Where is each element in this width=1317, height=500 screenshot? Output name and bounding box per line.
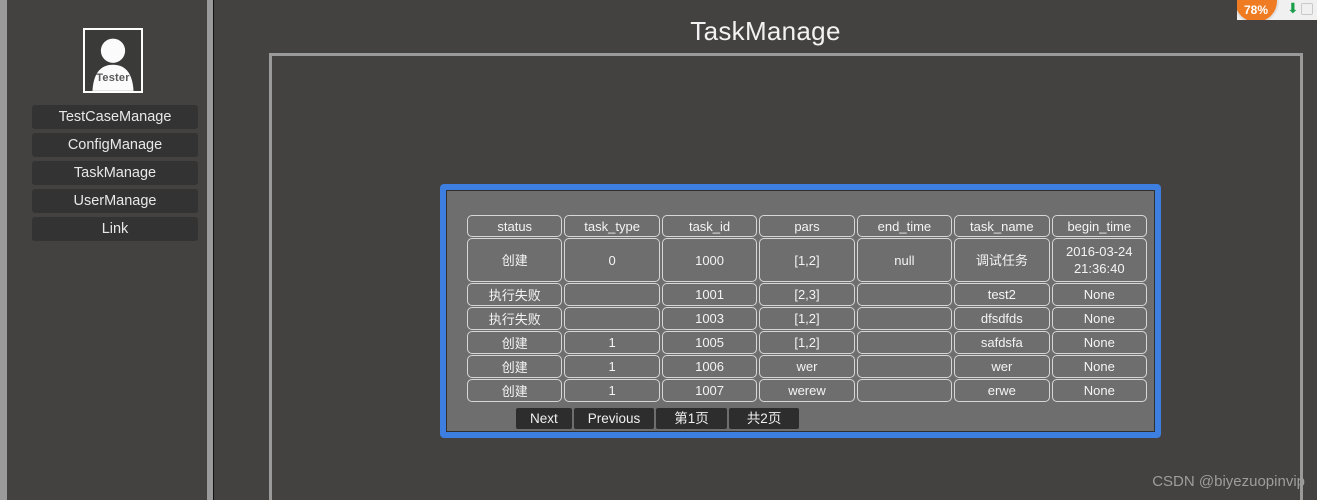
sidebar-item-configmanage[interactable]: ConfigManage xyxy=(32,133,198,157)
cell-end-time xyxy=(856,379,953,402)
browser-chrome-strip: 78% ⬇ xyxy=(1237,0,1317,20)
cell-task-name: test2 xyxy=(954,283,1050,306)
content-box: status task_type task_id pars end_time t… xyxy=(269,53,1303,500)
cell-begin-time: None xyxy=(1051,283,1147,306)
cell-task-id: 1000 xyxy=(661,238,758,282)
sidebar: Tester TestCaseManage ConfigManage TaskM… xyxy=(7,0,207,500)
previous-page-button[interactable]: Previous xyxy=(573,408,655,429)
cell-end-time xyxy=(856,355,953,378)
cell-pars: [1,2] xyxy=(759,307,855,330)
column-header-task-id[interactable]: task_id xyxy=(661,215,758,237)
table-row[interactable]: 创建 1 1005 [1,2] safdsfa None xyxy=(467,331,1147,354)
next-page-button[interactable]: Next xyxy=(516,408,572,429)
cell-pars: [1,2] xyxy=(759,238,855,282)
cell-begin-time: 2016-03-24 21:36:40 xyxy=(1051,238,1147,282)
cell-task-type: 1 xyxy=(564,355,660,378)
cell-status: 创建 xyxy=(467,238,563,282)
column-header-begin-time[interactable]: begin_time xyxy=(1051,215,1147,237)
sidebar-nav: TestCaseManage ConfigManage TaskManage U… xyxy=(32,105,198,245)
cell-status: 执行失败 xyxy=(467,307,563,330)
cell-task-id: 1007 xyxy=(661,379,758,402)
cell-task-id: 1003 xyxy=(661,307,758,330)
cell-task-id: 1006 xyxy=(661,355,758,378)
cell-task-type xyxy=(564,283,660,306)
cell-task-id: 1001 xyxy=(661,283,758,306)
cell-status: 创建 xyxy=(467,379,563,402)
watermark: CSDN @biyezuopinvip xyxy=(1152,473,1305,490)
page-title: TaskManage xyxy=(690,16,841,46)
task-table: status task_type task_id pars end_time t… xyxy=(465,214,1149,403)
cell-task-name: safdsfa xyxy=(954,331,1050,354)
cell-task-name: 调试任务 xyxy=(954,238,1050,282)
cell-task-type: 0 xyxy=(564,238,660,282)
sidebar-item-link[interactable]: Link xyxy=(32,217,198,241)
total-pages-indicator[interactable]: 共2页 xyxy=(728,408,800,429)
cell-pars: wer xyxy=(759,355,855,378)
sidebar-item-taskmanage[interactable]: TaskManage xyxy=(32,161,198,185)
column-header-task-name[interactable]: task_name xyxy=(954,215,1050,237)
cell-status: 创建 xyxy=(467,355,563,378)
current-page-indicator[interactable]: 第1页 xyxy=(656,408,727,429)
cell-pars: [2,3] xyxy=(759,283,855,306)
table-row[interactable]: 创建 0 1000 [1,2] null 调试任务 2016-03-24 21:… xyxy=(467,238,1147,282)
cell-pars: werew xyxy=(759,379,855,402)
download-icon[interactable]: ⬇ xyxy=(1287,1,1299,15)
app-root: Tester TestCaseManage ConfigManage TaskM… xyxy=(0,0,1317,500)
cell-end-time xyxy=(856,283,953,306)
cell-end-time xyxy=(856,331,953,354)
cell-begin-time: None xyxy=(1051,307,1147,330)
table-row[interactable]: 执行失败 1001 [2,3] test2 None xyxy=(467,283,1147,306)
cell-status: 执行失败 xyxy=(467,283,563,306)
cell-pars: [1,2] xyxy=(759,331,855,354)
sidebar-item-usermanage[interactable]: UserManage xyxy=(32,189,198,213)
cell-task-name: wer xyxy=(954,355,1050,378)
column-header-task-type[interactable]: task_type xyxy=(564,215,660,237)
chrome-menu-icon[interactable] xyxy=(1301,3,1313,15)
cell-task-type xyxy=(564,307,660,330)
cell-end-time: null xyxy=(856,238,953,282)
cell-begin-time: None xyxy=(1051,379,1147,402)
table-row[interactable]: 创建 1 1006 wer wer None xyxy=(467,355,1147,378)
cell-status: 创建 xyxy=(467,331,563,354)
table-header-row: status task_type task_id pars end_time t… xyxy=(467,215,1147,237)
avatar-label: Tester xyxy=(96,72,130,84)
cell-task-id: 1005 xyxy=(661,331,758,354)
cell-begin-time: None xyxy=(1051,331,1147,354)
column-header-pars[interactable]: pars xyxy=(759,215,855,237)
sidebar-item-testcasemanage[interactable]: TestCaseManage xyxy=(32,105,198,129)
task-table-panel: status task_type task_id pars end_time t… xyxy=(440,184,1161,438)
avatar: Tester xyxy=(83,28,143,93)
pagination-bar: Next Previous 第1页 共2页 xyxy=(516,408,800,429)
column-header-end-time[interactable]: end_time xyxy=(856,215,953,237)
cell-task-type: 1 xyxy=(564,379,660,402)
cell-task-type: 1 xyxy=(564,331,660,354)
cell-begin-time: None xyxy=(1051,355,1147,378)
cell-task-name: dfsdfds xyxy=(954,307,1050,330)
column-header-status[interactable]: status xyxy=(467,215,563,237)
table-row[interactable]: 创建 1 1007 werew erwe None xyxy=(467,379,1147,402)
table-row[interactable]: 执行失败 1003 [1,2] dfsdfds None xyxy=(467,307,1147,330)
cell-task-name: erwe xyxy=(954,379,1050,402)
cell-end-time xyxy=(856,307,953,330)
main-panel: TaskManage status task_type task_id pars… xyxy=(213,0,1317,500)
download-progress-badge[interactable]: 78% xyxy=(1237,0,1279,20)
